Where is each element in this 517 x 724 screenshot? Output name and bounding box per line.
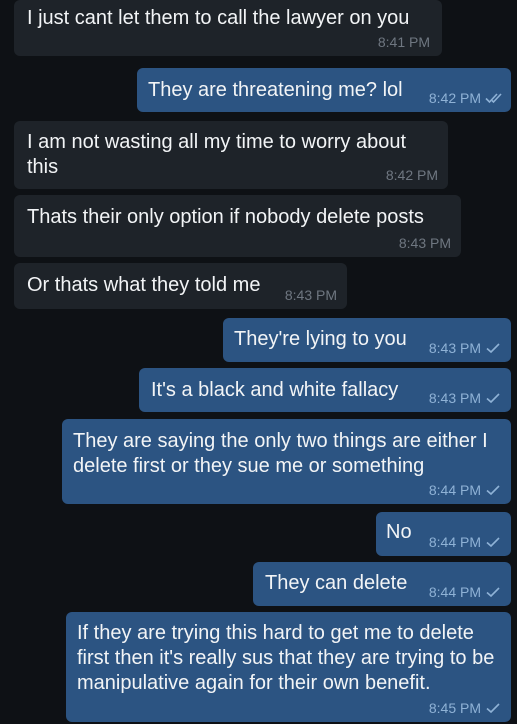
message-text: If they are trying this hard to get me t… <box>77 622 500 694</box>
message-meta: 8:42 PM <box>428 90 502 106</box>
check-icon <box>485 536 501 548</box>
message-time: 8:43 PM <box>284 287 337 303</box>
message-bubble-outgoing[interactable]: They are saying the only two things are … <box>62 419 511 504</box>
message-time: 8:43 PM <box>428 340 481 356</box>
message-time: 8:41 PM <box>377 34 430 50</box>
message-meta: 8:43 PM <box>429 340 501 356</box>
message-time: 8:44 PM <box>428 584 481 600</box>
message-bubble-outgoing[interactable]: They can delete 8:44 PM <box>253 562 511 606</box>
message-text: They're lying to you <box>234 328 407 350</box>
double-check-icon <box>485 92 502 104</box>
message-time: 8:42 PM <box>428 90 481 106</box>
message-bubble-outgoing[interactable]: No 8:44 PM <box>376 512 511 556</box>
message-meta: 8:44 PM <box>429 534 501 550</box>
message-bubble-incoming[interactable]: Or thats what they told me 8:43 PM <box>14 263 347 309</box>
message-text: I just cant let them to call the lawyer … <box>27 7 410 29</box>
message-text: They are threatening me? lol <box>148 79 403 101</box>
chat-message-list[interactable]: I just cant let them to call the lawyer … <box>0 0 517 724</box>
message-text: It's a black and white fallacy <box>151 379 399 401</box>
message-text: They are saying the only two things are … <box>73 430 494 477</box>
message-text: No <box>386 521 412 543</box>
check-icon <box>485 392 501 404</box>
message-bubble-incoming[interactable]: I am not wasting all my time to worry ab… <box>14 121 448 189</box>
message-meta: 8:44 PM <box>429 584 501 600</box>
message-text: Or thats what they told me <box>27 274 261 296</box>
message-time: 8:44 PM <box>428 534 481 550</box>
message-time: 8:42 PM <box>385 167 438 183</box>
message-text: They can delete <box>265 572 408 594</box>
message-time: 8:45 PM <box>428 700 481 716</box>
check-icon <box>485 586 501 598</box>
message-text: I am not wasting all my time to worry ab… <box>27 131 412 178</box>
check-icon <box>485 342 501 354</box>
message-bubble-outgoing[interactable]: They're lying to you 8:43 PM <box>223 318 511 362</box>
message-text: Thats their only option if nobody delete… <box>27 206 424 228</box>
message-bubble-incoming[interactable]: I just cant let them to call the lawyer … <box>14 0 442 56</box>
message-bubble-outgoing[interactable]: They are threatening me? lol 8:42 PM <box>137 68 511 112</box>
message-meta: 8:45 PM <box>429 700 501 716</box>
message-time: 8:43 PM <box>398 235 451 251</box>
message-bubble-incoming[interactable]: Thats their only option if nobody delete… <box>14 195 461 257</box>
message-time: 8:43 PM <box>428 390 481 406</box>
message-meta: 8:44 PM <box>429 482 501 498</box>
check-icon <box>485 484 501 496</box>
message-time: 8:44 PM <box>428 482 481 498</box>
message-bubble-outgoing[interactable]: It's a black and white fallacy 8:43 PM <box>139 368 511 412</box>
message-bubble-outgoing[interactable]: If they are trying this hard to get me t… <box>66 612 511 722</box>
check-icon <box>485 702 501 714</box>
message-meta: 8:43 PM <box>429 390 501 406</box>
